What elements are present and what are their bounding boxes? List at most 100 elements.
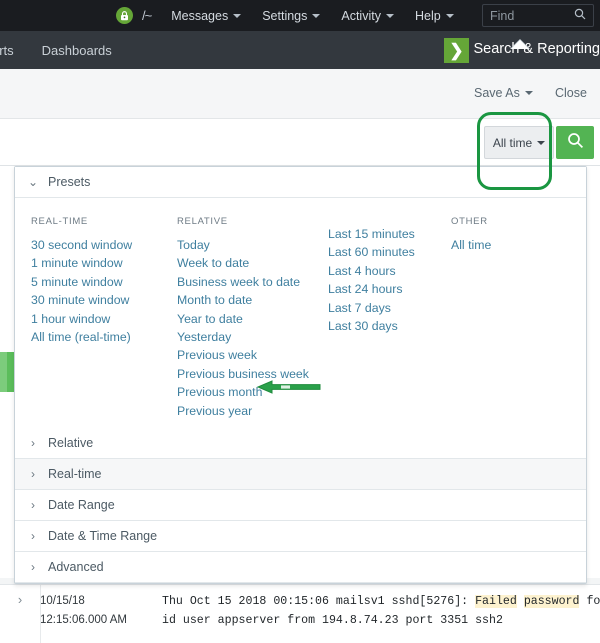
column-heading-relative: RELATIVE — [177, 216, 328, 227]
preset-last-60-minutes[interactable]: Last 60 minutes — [328, 243, 451, 261]
presets-column-relative-extra: Last 15 minutes Last 60 minutes Last 4 h… — [328, 216, 451, 420]
column-heading-real-time: REAL-TIME — [31, 216, 177, 227]
result-msg-seg-password: password — [524, 595, 580, 608]
lock-icon[interactable] — [116, 7, 133, 24]
search-results-list: › 10/15/18 12:15:06.000 AM Thu Oct 15 20… — [0, 584, 600, 643]
appbar-link-alerts[interactable]: erts — [0, 43, 14, 58]
search-icon[interactable] — [574, 7, 586, 25]
preset-1-minute-window[interactable]: 1 minute window — [31, 254, 177, 272]
chevron-down-icon — [446, 14, 454, 18]
section-relative-label: Relative — [48, 436, 93, 450]
preset-business-week-to-date[interactable]: Business week to date — [177, 273, 328, 291]
presets-column-other: OTHER All time — [451, 216, 571, 420]
preset-last-4-hours[interactable]: Last 4 hours — [328, 262, 451, 280]
nav-item-settings-label: Settings — [262, 9, 307, 23]
chevron-right-icon: › — [27, 560, 39, 574]
result-date: 10/15/18 — [40, 592, 162, 611]
presets-section-label: Presets — [48, 175, 90, 189]
result-msg-seg-space — [517, 595, 524, 608]
section-date-range[interactable]: › Date Range — [15, 490, 586, 521]
app-navigation-bar: erts Dashboards ❯ Search & Reporting — [0, 31, 600, 69]
nav-item-settings[interactable]: Settings — [262, 9, 320, 23]
preset-all-time[interactable]: All time — [451, 236, 571, 254]
preset-30-second-window[interactable]: 30 second window — [31, 236, 177, 254]
nav-item-activity-label: Activity — [341, 9, 381, 23]
chevron-right-icon: › — [27, 498, 39, 512]
save-as-label: Save As — [474, 86, 520, 100]
result-time: 12:15:06.000 AM — [40, 611, 162, 630]
nav-item-activity[interactable]: Activity — [341, 9, 394, 23]
section-advanced-label: Advanced — [48, 560, 104, 574]
preset-last-24-hours[interactable]: Last 24 hours — [328, 280, 451, 298]
app-screen: /~ Messages Settings Activity Help Find — [0, 0, 600, 643]
section-date-time-range-label: Date & Time Range — [48, 529, 157, 543]
find-search-box[interactable]: Find — [482, 4, 594, 27]
preset-month-to-date[interactable]: Month to date — [177, 291, 328, 309]
result-timestamp: 10/15/18 12:15:06.000 AM — [40, 592, 162, 630]
time-range-dropdown-panel: ⌄ Presets REAL-TIME 30 second window 1 m… — [14, 166, 587, 584]
expand-row-chevron-icon[interactable]: › — [0, 592, 40, 630]
preset-last-7-days[interactable]: Last 7 days — [328, 299, 451, 317]
search-icon — [567, 132, 584, 154]
nav-item-messages[interactable]: Messages — [171, 9, 241, 23]
dropdown-pointer — [511, 40, 529, 49]
result-msg-seg-failed: Failed — [475, 595, 517, 608]
chevron-down-icon — [525, 91, 533, 95]
appbar-link-dashboards[interactable]: Dashboards — [42, 43, 112, 58]
result-msg-seg-prefix: Thu Oct 15 2018 00:15:06 mailsv1 sshd[52… — [162, 595, 475, 608]
nav-item-help-label: Help — [415, 9, 441, 23]
chevron-down-icon — [312, 14, 320, 18]
app-logo-icon: ❯ — [444, 38, 469, 63]
preset-week-to-date[interactable]: Week to date — [177, 254, 328, 272]
section-date-range-label: Date Range — [48, 498, 115, 512]
save-as-button[interactable]: Save As — [474, 86, 533, 100]
result-message-line1: Thu Oct 15 2018 00:15:06 mailsv1 sshd[52… — [162, 592, 600, 611]
preset-all-time-real-time[interactable]: All time (real-time) — [31, 328, 177, 346]
chevron-right-icon: › — [27, 436, 39, 450]
preset-today[interactable]: Today — [177, 236, 328, 254]
result-message-line2: id user appserver from 194.8.74.23 port … — [162, 611, 600, 630]
column-heading-other: OTHER — [451, 216, 571, 227]
section-advanced[interactable]: › Advanced — [15, 552, 586, 583]
section-date-time-range[interactable]: › Date & Time Range — [15, 521, 586, 552]
preset-30-minute-window[interactable]: 30 minute window — [31, 291, 177, 309]
top-navigation-bar: /~ Messages Settings Activity Help Find — [0, 0, 600, 31]
chevron-down-icon: ⌄ — [27, 175, 39, 189]
close-button[interactable]: Close — [555, 86, 587, 100]
preset-5-minute-window[interactable]: 5 minute window — [31, 273, 177, 291]
preset-1-hour-window[interactable]: 1 hour window — [31, 310, 177, 328]
time-range-picker[interactable]: All time — [484, 126, 554, 159]
preset-last-30-days[interactable]: Last 30 days — [328, 317, 451, 335]
search-toolbar: Save As Close — [0, 69, 600, 119]
results-column-divider — [40, 585, 41, 643]
table-row[interactable]: › 10/15/18 12:15:06.000 AM Thu Oct 15 20… — [0, 585, 600, 630]
preset-previous-week[interactable]: Previous week — [177, 346, 328, 364]
preset-last-15-minutes[interactable]: Last 15 minutes — [328, 225, 451, 243]
nav-item-messages-label: Messages — [171, 9, 228, 23]
nav-item-help[interactable]: Help — [415, 9, 454, 23]
result-msg-seg-suffix: for inva — [579, 595, 600, 608]
activity-indicator-icon[interactable]: /~ — [142, 8, 151, 23]
section-real-time[interactable]: › Real-time — [15, 459, 586, 490]
presets-column-real-time: REAL-TIME 30 second window 1 minute wind… — [31, 216, 177, 420]
preset-yesterday[interactable]: Yesterday — [177, 328, 328, 346]
result-message: Thu Oct 15 2018 00:15:06 mailsv1 sshd[52… — [162, 592, 600, 630]
close-label: Close — [555, 86, 587, 100]
chevron-right-icon: › — [27, 467, 39, 481]
run-search-button[interactable] — [556, 126, 594, 159]
presets-section-body: REAL-TIME 30 second window 1 minute wind… — [15, 198, 586, 442]
time-range-accordion: › Relative › Real-time › Date Range › Da… — [15, 428, 586, 583]
chevron-right-icon: › — [27, 529, 39, 543]
chevron-down-icon — [537, 141, 545, 145]
annotation-arrow-icon — [256, 378, 322, 401]
chevron-down-icon — [386, 14, 394, 18]
preset-year-to-date[interactable]: Year to date — [177, 310, 328, 328]
time-range-picker-label: All time — [493, 136, 532, 150]
section-real-time-label: Real-time — [48, 467, 102, 481]
find-input[interactable]: Find — [490, 9, 574, 23]
app-title: Search & Reporting — [473, 41, 600, 57]
chevron-down-icon — [233, 14, 241, 18]
section-relative[interactable]: › Relative — [15, 428, 586, 459]
presets-section-header[interactable]: ⌄ Presets — [15, 167, 586, 198]
preset-previous-year[interactable]: Previous year — [177, 402, 328, 420]
